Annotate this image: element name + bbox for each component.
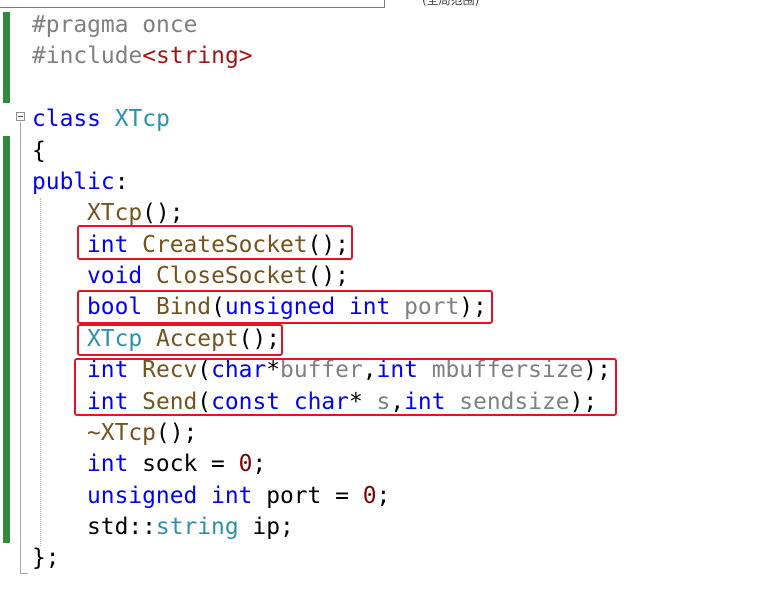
navigation-bar: (全局范围) <box>0 0 780 8</box>
scope-label: (全局范围) <box>422 0 480 7</box>
code-line-class[interactable]: class XTcp <box>32 104 170 135</box>
code-line-open-brace[interactable]: { <box>32 136 46 167</box>
code-line-pragma[interactable]: #pragma once <box>32 10 197 41</box>
code-line-destructor[interactable]: ~XTcp(); <box>87 418 197 449</box>
code-line-port[interactable]: unsigned int port = 0; <box>87 481 390 512</box>
code-line-sock[interactable]: int sock = 0; <box>87 449 266 480</box>
code-line-ip[interactable]: std::string ip; <box>87 512 294 543</box>
outline-line <box>20 122 21 574</box>
highlight-box-recv-send <box>74 358 617 416</box>
code-line-include[interactable]: #include<string> <box>32 41 253 72</box>
code-line-close-socket[interactable]: void CloseSocket(); <box>87 261 349 292</box>
outline-end <box>20 573 28 574</box>
member-dropdown[interactable] <box>0 0 385 8</box>
change-indicator-bar <box>3 12 10 103</box>
indent-guide <box>40 198 41 546</box>
highlight-box-accept <box>77 324 283 356</box>
code-line-public[interactable]: public: <box>32 167 129 198</box>
change-indicator-bar <box>3 136 10 543</box>
highlight-box-bind <box>77 290 493 324</box>
code-line-close-brace[interactable]: }; <box>32 543 60 574</box>
highlight-box-create-socket <box>77 225 353 260</box>
collapse-toggle-icon[interactable] <box>16 112 25 121</box>
